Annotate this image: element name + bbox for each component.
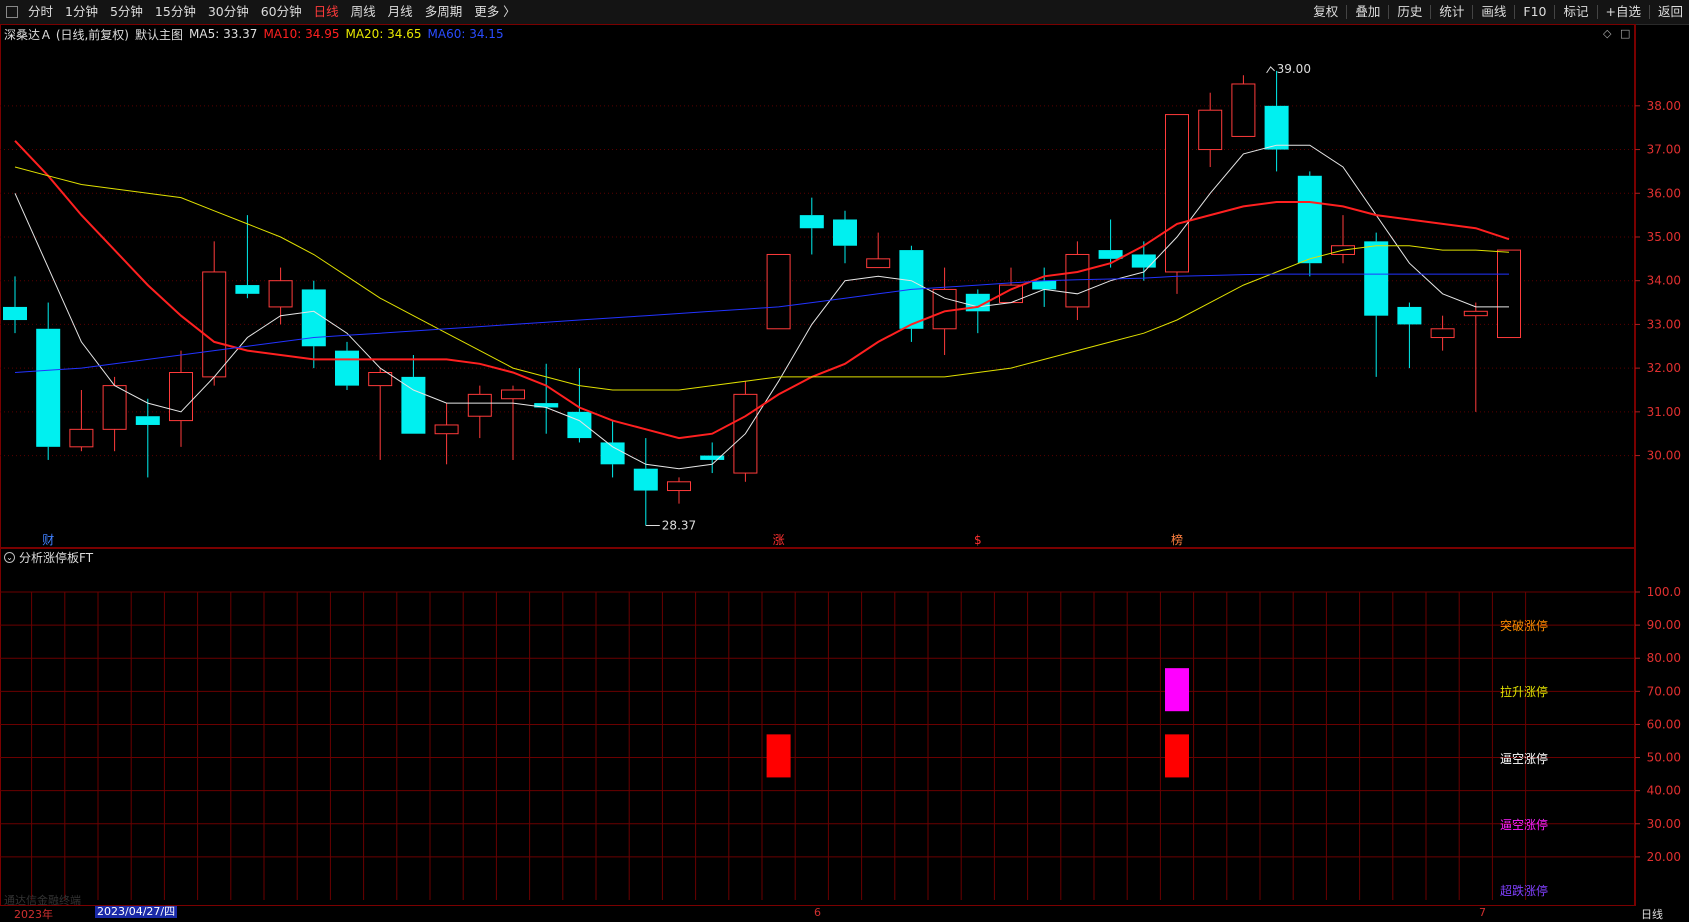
collapse-icon[interactable]: ⌄ — [4, 552, 15, 563]
event-marker: 涨 — [773, 532, 785, 547]
sub-chart-title-text: 分析涨停板FT — [19, 551, 94, 565]
legend-label: 逼空涨停 — [1500, 817, 1549, 832]
sub-y-tick-label: 90.00 — [1647, 618, 1681, 632]
candle-body — [1198, 109, 1223, 151]
candle-body — [1098, 250, 1123, 259]
candle-body — [1231, 83, 1256, 137]
candle-body — [268, 280, 293, 308]
date-year: 2023年 — [14, 908, 53, 921]
sub-y-tick-label: 50.00 — [1647, 751, 1681, 765]
candle-body — [1364, 241, 1389, 316]
candle-body — [335, 350, 359, 386]
sub-y-tick-label: 100.0 — [1647, 585, 1681, 599]
sub-y-tick-label: 30.00 — [1647, 817, 1681, 831]
candle-body — [600, 442, 625, 465]
candle-body — [1032, 280, 1057, 290]
y-tick-label: 38.00 — [1647, 99, 1681, 113]
candle-body — [866, 258, 891, 269]
candle-body — [401, 376, 426, 434]
candle-body — [633, 468, 658, 491]
candle-body — [932, 288, 957, 330]
candle-body — [69, 428, 94, 448]
legend-label: 突破涨停 — [1500, 619, 1549, 634]
candle-body — [434, 424, 459, 435]
event-marker: 榜 — [1171, 532, 1183, 547]
limit-up-bar — [1165, 668, 1189, 712]
y-tick-label: 37.00 — [1647, 143, 1681, 157]
month-mark: 7 — [1479, 906, 1486, 919]
sub-y-tick-label: 60.00 — [1647, 717, 1681, 731]
y-tick-label: 34.00 — [1647, 274, 1681, 288]
event-marker: $ — [974, 533, 982, 547]
candle-body — [467, 393, 492, 417]
candle-body — [36, 328, 61, 447]
candle-body — [202, 271, 227, 378]
period-label: 日线 — [1641, 908, 1663, 921]
candle-body — [169, 372, 193, 422]
legend-label: 拉升涨停 — [1500, 685, 1549, 700]
candle-body — [102, 385, 127, 430]
month-mark: 6 — [814, 906, 821, 919]
y-tick-label: 36.00 — [1647, 186, 1681, 200]
high-arrow-icon — [1266, 66, 1275, 74]
candle-body — [1430, 328, 1455, 339]
candle-body — [1297, 175, 1322, 264]
candle-body — [135, 416, 160, 425]
candle-body — [567, 411, 592, 439]
candle-body — [501, 389, 525, 400]
candle-body — [1131, 254, 1156, 268]
sub-y-tick-label: 20.00 — [1647, 850, 1681, 864]
sub-y-tick-label: 70.00 — [1647, 684, 1681, 698]
sub-panel-border — [0, 548, 1635, 906]
legend-label: 逼空涨停 — [1500, 751, 1549, 766]
candle-body — [833, 219, 857, 246]
y-tick-label: 30.00 — [1647, 449, 1681, 463]
candle-body — [1165, 114, 1189, 273]
event-marker: 财 — [42, 533, 54, 547]
candle-body — [368, 372, 393, 387]
sub-y-tick-label: 80.00 — [1647, 651, 1681, 665]
candle-body — [1497, 249, 1521, 339]
candle-body — [1065, 253, 1090, 308]
limit-up-bar — [766, 734, 791, 778]
y-tick-label: 35.00 — [1647, 230, 1681, 244]
ma-line-ma20 — [14, 166, 1510, 391]
y-tick-label: 31.00 — [1647, 405, 1681, 419]
candle-body — [1397, 306, 1422, 325]
candle-body — [1463, 310, 1488, 317]
y-tick-label: 33.00 — [1647, 317, 1681, 331]
low-price-label: 28.37 — [662, 519, 696, 533]
candle-body — [766, 253, 791, 330]
y-tick-label: 32.00 — [1647, 361, 1681, 375]
high-price-label: 39.00 — [1277, 62, 1311, 76]
date-axis: 2023年 2023/04/27/四 6 7 日线 — [0, 905, 1689, 922]
candle-body — [799, 215, 824, 229]
candle-body — [3, 306, 27, 321]
chart-canvas[interactable]: 38.00 37.00 36.00 35.00 34.00 33.00 32.00 31.00… — [0, 0, 1689, 918]
limit-up-bar — [1165, 734, 1189, 778]
sub-y-tick-label: 40.00 — [1647, 784, 1681, 798]
candle-body — [1264, 105, 1289, 150]
legend-label: 超跌涨停 — [1500, 884, 1549, 898]
candle-body — [667, 481, 691, 492]
selected-date: 2023/04/27/四 — [95, 905, 178, 918]
candle-body — [235, 285, 260, 294]
sub-chart-title: ⌄ 分析涨停板FT — [4, 549, 93, 566]
